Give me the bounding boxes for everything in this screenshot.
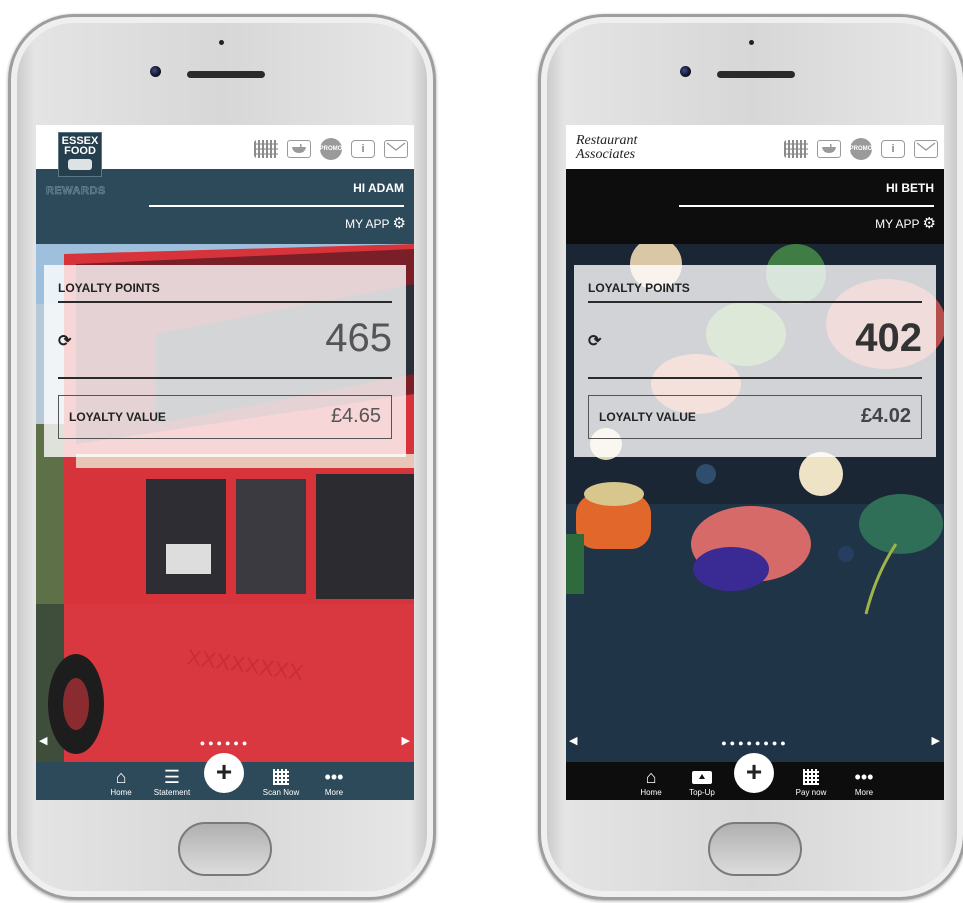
qr-code-icon [258,766,304,788]
phone-frame-left: ESSEX FOOD PROMO i REWARDS HI ADAM MY AP… [8,14,436,900]
nav-pay-now[interactable]: Pay now [788,766,834,797]
carousel-dots[interactable]: ●●●●●● [36,738,414,748]
loyalty-card: LOYALTY POINTS ⟳ 402 LOYALTY VALUE £4.02 [574,265,936,457]
card-divider-bottom [588,377,922,379]
home-icon: ⌂ [645,767,657,787]
logo-emblem-icon [68,159,92,170]
promo-icon[interactable]: PROMO [850,138,872,160]
qr-code-icon[interactable] [784,140,808,158]
qr-code-icon[interactable] [254,140,278,158]
phone-screen-left: ESSEX FOOD PROMO i REWARDS HI ADAM MY AP… [36,125,414,800]
more-icon: ••• [854,767,874,787]
greeting-divider [679,205,934,207]
proximity-sensor [219,40,224,45]
nav-more[interactable]: ••• More [841,766,887,797]
bottom-nav: ⌂ Home Top-Up + Pay now ••• More [566,753,944,800]
refresh-icon[interactable]: ⟳ [588,331,601,351]
gear-icon: ⚙ [922,215,936,232]
nav-home[interactable]: ⌂ Home [98,766,144,797]
greeting-text: HI ADAM [353,181,404,195]
loyalty-value-label: LOYALTY VALUE [599,410,696,424]
greeting-text: HI BETH [886,181,934,195]
bottom-nav: ⌂ Home ☰ Statement + Scan Now ••• More [36,753,414,800]
loyalty-points-value: 402 [855,316,922,360]
greeting-bar: HI BETH MY APP ⚙ [566,169,944,244]
rewards-label: REWARDS [46,185,106,198]
greeting-bar: REWARDS HI ADAM MY APP ⚙ [36,169,414,244]
loyalty-points-label: LOYALTY POINTS [58,281,160,295]
phone-frame-right: Restaurant Associates PROMO i HI BETH MY… [538,14,963,900]
qr-code-icon [788,766,834,788]
proximity-sensor [749,40,754,45]
nav-home[interactable]: ⌂ Home [628,766,674,797]
app-header: ESSEX FOOD PROMO i [36,125,414,177]
mail-icon[interactable] [384,140,408,158]
background-image-food: LOYALTY POINTS ⟳ 402 LOYALTY VALUE £4.02… [566,244,944,762]
add-button[interactable]: + [734,753,774,793]
nav-statement[interactable]: ☰ Statement [149,766,195,797]
promo-icon[interactable]: PROMO [320,138,342,160]
info-icon[interactable]: i [881,140,905,158]
loyalty-value-amount: £4.65 [330,405,381,427]
loyalty-card: LOYALTY POINTS ⟳ 465 LOYALTY VALUE £4.65 [44,265,406,457]
my-app-button[interactable]: MY APP ⚙ [875,215,936,232]
card-divider-top [58,301,392,303]
front-camera [680,66,691,77]
mail-icon[interactable] [914,140,938,158]
bowl-icon[interactable] [817,140,841,158]
info-icon[interactable]: i [351,140,375,158]
loyalty-value-box: LOYALTY VALUE £4.02 [588,395,922,439]
wallet-icon [679,766,725,788]
nav-top-up[interactable]: Top-Up [679,766,725,797]
card-divider-top [588,301,922,303]
bowl-icon[interactable] [287,140,311,158]
loyalty-value-box: LOYALTY VALUE £4.65 [58,395,392,439]
loyalty-value-amount: £4.02 [860,405,911,427]
nav-more[interactable]: ••• More [311,766,357,797]
card-divider-bottom [58,377,392,379]
loyalty-points-value: 465 [325,316,392,360]
header-icons: PROMO i [784,138,938,160]
front-camera [150,66,161,77]
home-hardware-button[interactable] [708,822,802,876]
loyalty-value-label: LOYALTY VALUE [69,410,166,424]
earpiece-speaker [717,71,795,78]
phone-screen-right: Restaurant Associates PROMO i HI BETH MY… [566,125,944,800]
gear-icon: ⚙ [392,215,406,232]
more-icon: ••• [324,767,344,787]
app-header: Restaurant Associates PROMO i [566,125,944,169]
restaurant-associates-logo[interactable]: Restaurant Associates [576,134,637,162]
list-icon: ☰ [163,767,181,787]
refresh-icon[interactable]: ⟳ [58,331,71,351]
background-image-bus: XXXXXXXX LOYALTY POINTS ⟳ 465 LOYALTY VA… [36,244,414,762]
home-hardware-button[interactable] [178,822,272,876]
carousel-dots[interactable]: ●●●●●●●● [566,738,944,748]
my-app-button[interactable]: MY APP ⚙ [345,215,406,232]
header-icons: PROMO i [254,138,408,160]
earpiece-speaker [187,71,265,78]
essex-food-logo[interactable]: ESSEX FOOD [58,132,102,177]
add-button[interactable]: + [204,753,244,793]
loyalty-points-label: LOYALTY POINTS [588,281,690,295]
greeting-divider [149,205,404,207]
nav-scan-now[interactable]: Scan Now [258,766,304,797]
home-icon: ⌂ [115,767,127,787]
